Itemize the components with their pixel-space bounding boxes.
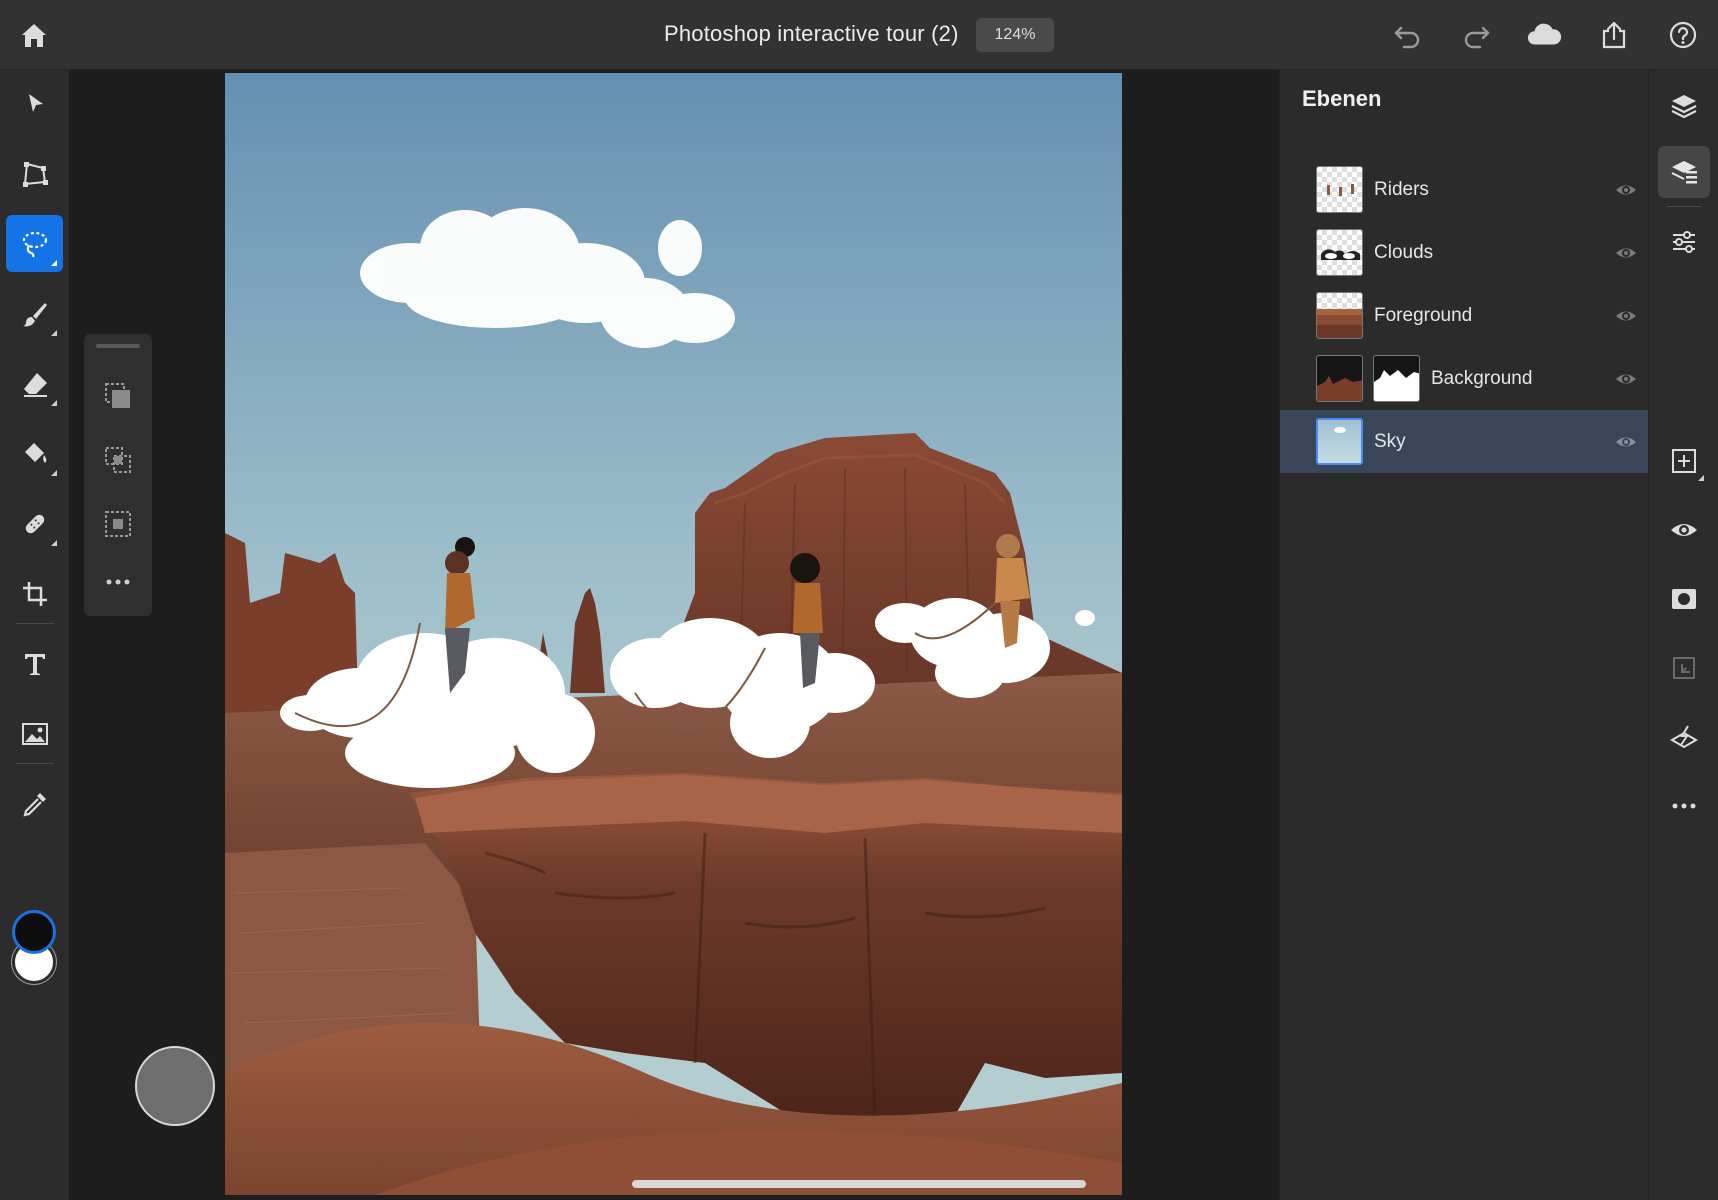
layer-name: Background	[1431, 368, 1533, 389]
paint-bucket-tool[interactable]	[6, 425, 63, 482]
more-icon	[106, 579, 130, 585]
brush-tool[interactable]	[6, 285, 63, 342]
type-tool[interactable]	[6, 635, 63, 692]
lasso-icon	[22, 231, 47, 257]
layer-properties-icon[interactable]	[1658, 146, 1710, 198]
tool-options-indicator	[51, 470, 57, 476]
more-icon[interactable]	[1658, 780, 1710, 832]
top-bar: Photoshop interactive tour (2) 124%	[0, 0, 1718, 70]
paint-bucket-icon	[24, 442, 46, 463]
selection-subtract-icon	[105, 511, 131, 537]
selection-add-button[interactable]	[96, 438, 140, 482]
options-indicator	[1698, 475, 1704, 481]
mask-icon[interactable]	[1658, 573, 1710, 625]
panel-drag-handle[interactable]	[96, 344, 140, 348]
layer-thumbnail	[1316, 418, 1363, 465]
lasso-tool[interactable]	[6, 215, 63, 272]
clip-icon[interactable]	[1658, 711, 1710, 763]
eyedropper-tool[interactable]	[6, 775, 63, 832]
layers-panel: Ebenen Riders Clouds Foreground Backgrou…	[1279, 70, 1649, 1200]
crop-icon	[22, 581, 47, 606]
tool-separator	[16, 623, 54, 624]
selection-subtract-button[interactable]	[96, 502, 140, 546]
brush-icon	[22, 302, 47, 326]
layer-thumbnail	[1316, 355, 1363, 402]
bar-separator	[1667, 206, 1701, 207]
tool-options-indicator	[51, 260, 57, 266]
layer-row-clouds[interactable]: Clouds	[1280, 221, 1649, 284]
layer-row-foreground[interactable]: Foreground	[1280, 284, 1649, 347]
place-image-tool[interactable]	[6, 705, 63, 762]
touch-shortcut-button[interactable]	[135, 1046, 215, 1126]
transform-tool[interactable]	[6, 145, 63, 202]
eye-icon[interactable]	[1614, 241, 1638, 265]
layers-icon[interactable]	[1658, 80, 1710, 132]
tool-options-indicator	[51, 330, 57, 336]
adjustments-icon[interactable]	[1658, 216, 1710, 268]
cloud-icon[interactable]	[1526, 17, 1562, 53]
layers-panel-title: Ebenen	[1302, 86, 1382, 111]
more-options-button[interactable]	[96, 560, 140, 604]
visibility-icon[interactable]	[1658, 504, 1710, 556]
crop-tool[interactable]	[6, 565, 63, 622]
eye-icon[interactable]	[1614, 178, 1638, 202]
healing-icon	[25, 514, 44, 533]
selection-new-button[interactable]	[96, 374, 140, 418]
add-layer-icon[interactable]	[1658, 435, 1710, 487]
foreground-color-swatch[interactable]	[12, 910, 56, 954]
tool-options-indicator	[51, 540, 57, 546]
select-arrow-tool[interactable]	[6, 75, 63, 132]
eyedropper-icon	[22, 792, 46, 817]
selection-new-icon	[105, 383, 130, 408]
home-icon[interactable]	[16, 17, 52, 53]
tool-bar	[0, 70, 69, 1200]
zoom-level[interactable]: 124%	[976, 18, 1054, 52]
selection-options-panel	[84, 334, 152, 616]
arrange-icon[interactable]	[1658, 642, 1710, 694]
eraser-tool[interactable]	[6, 355, 63, 412]
layer-row-sky[interactable]: Sky	[1280, 410, 1649, 473]
eye-icon[interactable]	[1614, 367, 1638, 391]
image-icon	[21, 722, 48, 745]
redo-icon[interactable]	[1459, 17, 1495, 53]
layer-mask-thumbnail[interactable]	[1373, 355, 1420, 402]
layer-name: Sky	[1374, 431, 1406, 452]
healing-tool[interactable]	[6, 495, 63, 552]
tool-options-indicator	[51, 400, 57, 406]
tool-separator	[16, 763, 54, 764]
layer-row-riders[interactable]: Riders	[1280, 158, 1649, 221]
composite-image	[225, 73, 1122, 1195]
layer-name: Clouds	[1374, 242, 1434, 263]
select-arrow-icon	[28, 93, 43, 112]
help-icon[interactable]	[1665, 17, 1701, 53]
layer-name: Riders	[1374, 179, 1429, 200]
type-icon	[24, 653, 45, 675]
transform-icon	[22, 161, 48, 187]
document-canvas[interactable]	[225, 73, 1122, 1195]
properties-bar	[1648, 70, 1718, 1200]
undo-icon[interactable]	[1389, 17, 1425, 53]
selection-add-icon	[105, 447, 131, 473]
layer-thumbnail	[1316, 292, 1363, 339]
eraser-icon	[23, 372, 47, 397]
share-icon[interactable]	[1596, 17, 1632, 53]
layer-name: Foreground	[1374, 305, 1473, 326]
canvas-scroll-indicator[interactable]	[632, 1180, 1086, 1188]
layer-thumbnail	[1316, 166, 1363, 213]
layer-row-background[interactable]: Background	[1280, 347, 1649, 410]
layer-thumbnail	[1316, 229, 1363, 276]
eye-icon[interactable]	[1614, 430, 1638, 454]
document-title[interactable]: Photoshop interactive tour (2)	[664, 21, 959, 47]
eye-icon[interactable]	[1614, 304, 1638, 328]
